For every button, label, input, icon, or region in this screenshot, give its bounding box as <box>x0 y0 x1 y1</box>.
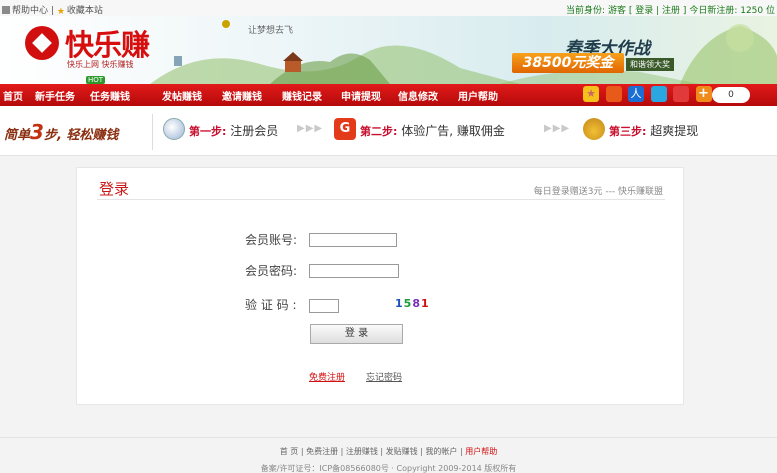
captcha-digit: 1 <box>420 297 430 310</box>
steps-bar: 简单3步, 轻松赚钱 第一步: 注册会员 ▶▶▶ G 第二步: 体验广告, 赚取… <box>0 106 777 156</box>
steps-title-prefix: 简单 <box>4 128 31 143</box>
steps-title-suffix: 步, 轻松赚钱 <box>43 128 119 143</box>
nav-item-invite-earn[interactable]: 邀请赚钱 <box>222 88 262 103</box>
login-panel-header: 登录 每日登录赠送3元 --- 快乐赚联盟 <box>97 176 665 200</box>
step-three-label: 第三步: <box>609 125 647 138</box>
footer-copyright: 备案/许可证号：ICP备08566080号 · Copyright 2009-2… <box>260 464 517 473</box>
step-one: 第一步: 注册会员 <box>189 122 278 139</box>
step-arrows-2: ▶▶▶ <box>544 123 571 134</box>
step-one-text: 注册会员 <box>230 124 279 138</box>
nav-icons: ★ 人 + <box>583 86 715 102</box>
nav-item-post-earn[interactable]: 发帖赚钱 <box>162 88 202 103</box>
bracket-close: ] <box>682 6 687 16</box>
captcha-digit: 8 <box>412 297 421 310</box>
login-title: 登录 <box>99 180 130 198</box>
mouse-icon <box>163 118 185 140</box>
forgot-password-link[interactable]: 忘记密码 <box>366 370 402 383</box>
steps-title-num: 3 <box>30 120 44 144</box>
top-login-link[interactable]: 登录 <box>635 6 653 16</box>
bracket-open: [ <box>628 6 633 16</box>
nav-item-task-earn[interactable]: 任务赚钱 <box>90 88 130 103</box>
logo-badge-icon <box>25 26 59 60</box>
nav-item-newbie-tasks[interactable]: 新手任务 <box>35 88 75 103</box>
g-badge-icon: G <box>334 118 356 140</box>
hot-badge: HOT <box>86 76 106 84</box>
captcha-digit: 1 <box>395 297 404 310</box>
footer-link-register-earn[interactable]: 注册赚钱 <box>346 447 378 456</box>
nav-item-withdraw[interactable]: 申请提现 <box>341 88 381 103</box>
step-two-label: 第二步: <box>360 125 398 138</box>
captcha-image[interactable]: 1581 <box>395 297 430 310</box>
top-register-link[interactable]: 注册 <box>662 6 680 16</box>
today-register-count: 1250 位 <box>740 6 775 16</box>
login-submit-button[interactable]: 登 录 <box>310 324 403 344</box>
footer-link-my-account[interactable]: 我的帐户 <box>425 447 457 456</box>
person-icon[interactable]: 人 <box>628 86 644 102</box>
top-separator: | <box>50 6 54 16</box>
account-label: 会员账号: <box>245 233 298 247</box>
footer-links: 首 页 | 免费注册 | 注册赚钱 | 发贴赚钱 | 我的帐户 | 用户帮助 <box>279 447 498 456</box>
nav-item-user-help[interactable]: 用户帮助 <box>458 88 498 103</box>
logo-title: 快乐赚 <box>65 28 150 62</box>
steps-title: 简单3步, 轻松赚钱 <box>4 120 118 144</box>
login-panel: 登录 每日登录赠送3元 --- 快乐赚联盟 会员账号: 会员密码: 验 证 码 … <box>76 167 684 405</box>
promo-amount: 38500元奖金 <box>512 53 624 73</box>
footer-divider <box>0 437 777 438</box>
footer-link-register[interactable]: 免费注册 <box>306 447 338 456</box>
footer-link-home[interactable]: 首 页 <box>280 447 299 456</box>
bookmark-link[interactable]: 收藏本站 <box>67 6 103 16</box>
banner-tagline: 让梦想去飞 <box>248 26 294 36</box>
header-banner: 快乐赚 快乐上网 快乐赚钱 让梦想去飞 春季大作战 38500元奖金 和谐领大奖 <box>0 16 777 84</box>
nav-item-earn-records[interactable]: 赚钱记录 <box>282 88 322 103</box>
nav-item-edit-info[interactable]: 信息修改 <box>398 88 438 103</box>
today-register-label: 今日新注册: <box>689 6 738 16</box>
captcha-input[interactable] <box>309 299 339 313</box>
share-count: 0 <box>712 87 750 103</box>
help-center-link[interactable]: 帮助中心 <box>12 6 48 16</box>
footer-link-user-help[interactable]: 用户帮助 <box>465 447 497 456</box>
captcha-label: 验 证 码 : <box>245 298 297 312</box>
free-register-link[interactable]: 免费注册 <box>309 370 345 383</box>
star-icon[interactable]: ★ <box>583 86 599 102</box>
plus-icon[interactable]: + <box>695 86 712 102</box>
help-icon <box>2 6 10 14</box>
top-bar-left: 帮助中心 | ★ 收藏本站 <box>2 3 103 17</box>
footer-link-post-earn[interactable]: 发贴赚钱 <box>386 447 418 456</box>
logo-subtitle: 快乐上网 快乐赚钱 <box>67 60 134 69</box>
login-bonus-note: 每日登录赠送3元 --- 快乐赚联盟 <box>533 187 663 197</box>
promo-tag: 和谐领大奖 <box>626 58 674 71</box>
password-label: 会员密码: <box>245 264 298 278</box>
nav-item-home[interactable]: 首页 <box>3 88 23 103</box>
password-input[interactable] <box>309 264 399 278</box>
step-two: 第二步: 体验广告, 赚取佣金 <box>360 122 505 139</box>
main-nav: 首页 新手任务 任务赚钱 HOT 发帖赚钱 邀请赚钱 赚钱记录 申请提现 信息修… <box>0 76 777 106</box>
money-bag-icon <box>583 118 605 140</box>
step-arrows-1: ▶▶▶ <box>297 123 324 134</box>
identity-value: 游客 <box>607 6 626 16</box>
step-three: 第三步: 超爽提现 <box>609 122 698 139</box>
step-three-text: 超爽提现 <box>650 124 699 138</box>
captcha-digit: 5 <box>403 297 413 310</box>
camera-icon[interactable] <box>605 86 622 102</box>
top-bar: 帮助中心 | ★ 收藏本站 当前身份: 游客 [ 登录 | 注册 ] 今日新注册:… <box>0 0 777 17</box>
steps-divider <box>147 114 153 150</box>
top-pipe: | <box>656 6 660 16</box>
account-input[interactable] <box>309 233 397 247</box>
weibo-icon[interactable] <box>673 86 689 102</box>
step-two-text: 体验广告, 赚取佣金 <box>401 124 505 138</box>
chat-icon[interactable] <box>650 86 667 102</box>
identity-label: 当前身份: <box>566 6 606 16</box>
step-one-label: 第一步: <box>189 125 227 138</box>
top-bar-right: 当前身份: 游客 [ 登录 | 注册 ] 今日新注册: 1250 位 <box>566 3 775 16</box>
